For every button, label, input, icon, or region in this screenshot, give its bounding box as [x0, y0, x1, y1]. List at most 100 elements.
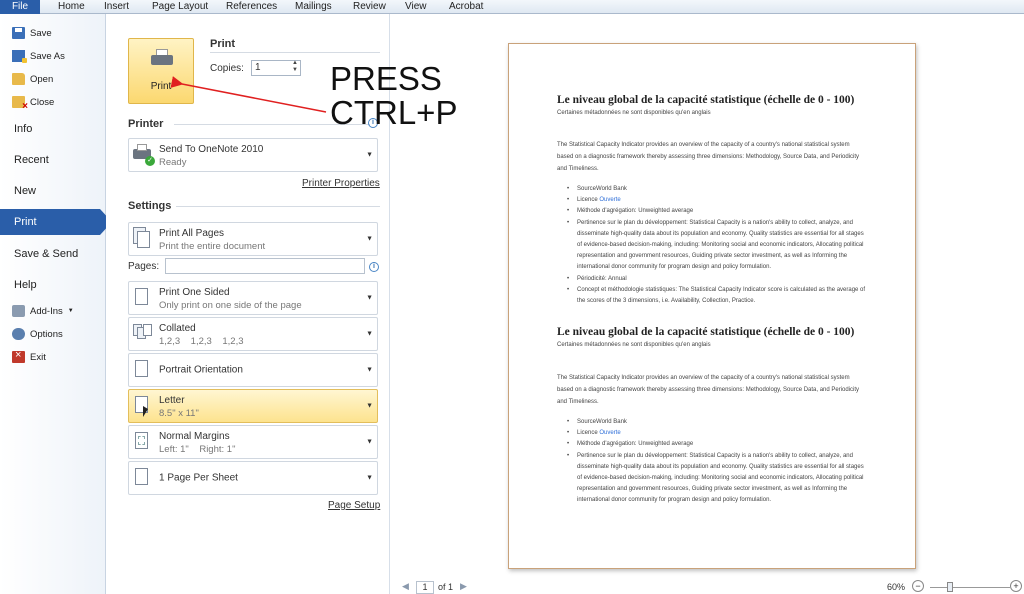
page-setup-link[interactable]: Page Setup	[328, 500, 380, 511]
print-button-label: Print	[150, 81, 172, 92]
sides-dropdown[interactable]: Print One Sided Only print on one side o…	[128, 281, 378, 315]
chevron-down-icon: ▼	[366, 402, 373, 410]
chevron-down-icon: ▼	[366, 474, 373, 482]
portrait-icon	[133, 358, 153, 382]
chevron-down-icon: ▼	[366, 366, 373, 374]
copies-label: Copies:	[210, 63, 244, 74]
press-ctrl-p-annotation: PRESS CTRL+P	[330, 62, 457, 130]
printer-status: Ready	[159, 157, 187, 168]
one-page-per-sheet-icon	[133, 466, 153, 490]
print-range-sub: Print the entire document	[159, 241, 266, 252]
ribbon-tab-bar: File Home Insert Page Layout References …	[0, 0, 1024, 14]
close-file-icon	[12, 96, 28, 112]
nav-save[interactable]: Save	[12, 25, 52, 41]
print-preview-area[interactable]: Le niveau global de la capacité statisti…	[390, 14, 1024, 580]
save-icon	[12, 27, 25, 39]
nav-close[interactable]: Close	[12, 94, 55, 112]
chevron-down-icon: ▼	[366, 235, 373, 243]
zoom-out-icon[interactable]: −	[912, 580, 924, 592]
nav-save-send[interactable]: Save & Send	[0, 241, 106, 267]
tab-mailings[interactable]: Mailings	[295, 0, 332, 14]
nav-recent[interactable]: Recent	[0, 147, 106, 173]
list-item: Méthode d'agrégation: Unweighted average	[567, 439, 867, 450]
orientation-dropdown[interactable]: Portrait Orientation ▼	[128, 353, 378, 387]
zoom-slider-thumb[interactable]	[947, 582, 953, 592]
nav-close-label: Close	[30, 96, 55, 108]
add-ins-icon	[12, 305, 25, 317]
licence-link[interactable]: Ouverte	[599, 197, 620, 203]
printer-device-icon: ✓	[133, 143, 155, 167]
page-number-input[interactable]: 1	[416, 581, 434, 594]
annotation-line-1: PRESS	[330, 60, 442, 97]
doc-list: SourceWorld Bank Licence Ouverte Méthode…	[567, 417, 867, 507]
nav-exit[interactable]: Exit	[12, 349, 46, 365]
tab-view[interactable]: View	[405, 0, 427, 14]
tab-references[interactable]: References	[226, 0, 277, 14]
pages-input[interactable]	[165, 258, 365, 274]
list-item: Pertinence sur le plan du développement:…	[567, 218, 867, 274]
nav-save-as[interactable]: Save As	[12, 48, 65, 64]
nav-print[interactable]: Print	[0, 209, 112, 235]
print-button[interactable]: Print	[128, 38, 194, 104]
printer-icon	[151, 49, 173, 67]
margins-sub: Left: 1" Right: 1"	[159, 444, 236, 455]
sides-label: Print One Sided	[159, 287, 230, 298]
nav-info[interactable]: Info	[0, 116, 106, 142]
chevron-down-icon: ▼	[67, 308, 74, 314]
zoom-in-icon[interactable]: +	[1010, 580, 1022, 592]
divider	[210, 52, 380, 53]
letter-paper-icon	[133, 394, 153, 418]
list-item: Licence Ouverte	[567, 428, 867, 439]
nav-add-ins[interactable]: Add-Ins ▼	[12, 303, 74, 319]
settings-section-title: Settings	[128, 200, 172, 212]
info-icon[interactable]: i	[369, 262, 379, 272]
one-sided-icon	[133, 286, 153, 310]
zoom-slider[interactable]	[930, 587, 1010, 588]
save-as-icon	[12, 50, 27, 63]
printer-dropdown[interactable]: ✓ Send To OneNote 2010 Ready ▼	[128, 138, 378, 172]
zoom-level: 60%	[887, 582, 906, 592]
pages-per-sheet-dropdown[interactable]: 1 Page Per Sheet ▼	[128, 461, 378, 495]
licence-link[interactable]: Ouverte	[599, 430, 620, 436]
list-item: Concept et méthodologie statistiques: Th…	[567, 285, 867, 307]
chevron-down-icon: ▼	[366, 438, 373, 446]
list-item: Licence Ouverte	[567, 195, 867, 206]
paper-size-sub: 8.5" x 11"	[159, 408, 199, 419]
tab-review[interactable]: Review	[353, 0, 386, 14]
tab-acrobat[interactable]: Acrobat	[449, 0, 483, 14]
doc-subheading: Certaines métadonnées ne sont disponible…	[557, 342, 711, 348]
folder-open-icon	[12, 73, 25, 85]
pages-per-sheet-label: 1 Page Per Sheet	[159, 472, 238, 484]
list-item: Pertinence sur le plan du développement:…	[567, 451, 867, 507]
collation-dropdown[interactable]: Collated 1,2,3 1,2,3 1,2,3 ▼	[128, 317, 378, 351]
prev-page-icon[interactable]: ◀	[402, 581, 409, 592]
nav-open-label: Open	[30, 73, 54, 85]
exit-icon	[12, 349, 25, 363]
copies-stepper[interactable]: ▲ ▼	[289, 60, 301, 76]
pages-label: Pages:	[128, 261, 160, 272]
doc-heading: Le niveau global de la capacité statisti…	[557, 326, 855, 338]
tab-page-layout[interactable]: Page Layout	[152, 0, 208, 14]
doc-intro: The Statistical Capacity Indicator provi…	[557, 142, 860, 172]
nav-new[interactable]: New	[0, 178, 106, 204]
mouse-cursor-icon	[143, 406, 148, 417]
nav-help[interactable]: Help	[0, 272, 106, 298]
printer-section-title: Printer	[128, 118, 164, 130]
collated-icon	[133, 322, 153, 346]
print-section-title: Print	[210, 38, 236, 50]
paper-size-dropdown[interactable]: Letter 8.5" x 11" ▼	[128, 389, 378, 423]
tab-insert[interactable]: Insert	[104, 0, 129, 14]
margins-dropdown[interactable]: Normal Margins Left: 1" Right: 1" ▼	[128, 425, 378, 459]
print-range-dropdown[interactable]: Print All Pages Print the entire documen…	[128, 222, 378, 256]
collation-label: Collated	[159, 323, 196, 334]
next-page-icon[interactable]: ▶	[460, 581, 467, 592]
nav-open[interactable]: Open	[12, 71, 53, 87]
printer-properties-link[interactable]: Printer Properties	[302, 178, 380, 189]
nav-options[interactable]: Options	[12, 326, 63, 342]
chevron-down-icon: ▼	[366, 330, 373, 338]
list-item: Méthode d'agrégation: Unweighted average	[567, 206, 867, 217]
tab-home[interactable]: Home	[58, 0, 85, 14]
list-item: SourceWorld Bank	[567, 417, 867, 428]
page-total: of 1	[438, 582, 454, 592]
tab-file[interactable]: File	[0, 0, 40, 14]
